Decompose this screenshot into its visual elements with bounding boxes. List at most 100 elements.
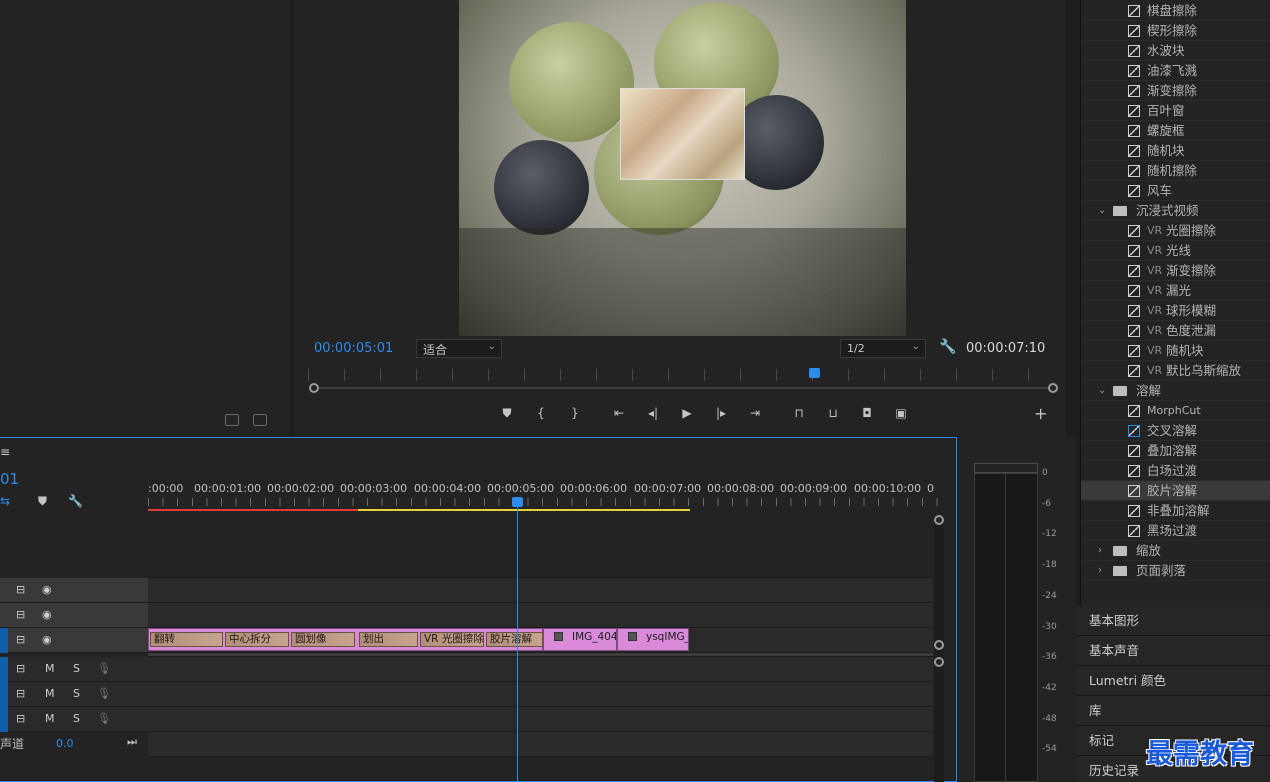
effect-item[interactable]: VR 球形模糊 — [1081, 301, 1270, 321]
export-frame-icon[interactable] — [253, 414, 267, 426]
timeline-timecode[interactable]: 01 — [0, 470, 19, 488]
panel-essential-graphics[interactable]: 基本图形 — [1076, 606, 1270, 636]
step-forward-icon[interactable]: |▸ — [704, 404, 738, 422]
toggle-sync-lock-icon[interactable]: ⊟ — [16, 583, 25, 596]
mark-out-icon[interactable]: } — [558, 404, 592, 422]
transition-block[interactable]: 翻转 — [150, 632, 223, 647]
track-target-indicator[interactable] — [0, 657, 8, 682]
solo-button[interactable]: S — [73, 687, 80, 700]
effect-item[interactable]: MorphCut — [1081, 401, 1270, 421]
effect-item[interactable]: 白场过渡 — [1081, 461, 1270, 481]
microphone-icon[interactable]: 🎙 — [97, 712, 111, 725]
video-clip[interactable]: IMG_4042 — [543, 628, 617, 651]
track-target-indicator[interactable] — [0, 682, 8, 707]
effects-folder[interactable]: ⌄ 沉浸式视频 — [1081, 201, 1270, 221]
toggle-sync-lock-icon[interactable]: ⊟ — [16, 712, 25, 725]
transition-block[interactable]: 划出 — [359, 632, 418, 647]
effect-item[interactable]: 楔形擦除 — [1081, 21, 1270, 41]
mute-button[interactable]: M — [45, 662, 55, 675]
effect-item[interactable]: 叠加溶解 — [1081, 441, 1270, 461]
microphone-icon[interactable]: 🎙 — [97, 687, 111, 700]
effect-item[interactable]: 风车 — [1081, 181, 1270, 201]
comparison-view-icon[interactable]: ▣ — [884, 404, 918, 422]
effect-item[interactable]: 胶片溶解 — [1081, 481, 1270, 501]
effect-item[interactable]: 棋盘擦除 — [1081, 1, 1270, 21]
effect-item[interactable]: VR 渐变擦除 — [1081, 261, 1270, 281]
effect-item[interactable]: 水波块 — [1081, 41, 1270, 61]
track-target-indicator[interactable] — [0, 628, 8, 653]
effect-item[interactable]: 随机擦除 — [1081, 161, 1270, 181]
mute-button[interactable]: M — [45, 687, 55, 700]
panel-lumetri-color[interactable]: Lumetri 颜色 — [1076, 666, 1270, 696]
eye-icon[interactable]: ◉ — [42, 633, 52, 646]
track-header-a2[interactable]: ⊟ M S 🎙 — [0, 682, 148, 707]
microphone-icon[interactable]: 🎙 — [97, 662, 111, 675]
eye-icon[interactable]: ◉ — [42, 608, 52, 621]
go-to-end-icon[interactable]: ⏭ — [127, 735, 137, 749]
track-lane-a3[interactable] — [148, 707, 933, 732]
chevron-right-icon[interactable]: › — [1098, 561, 1102, 581]
video-clip[interactable]: ysqIMG_ — [617, 628, 689, 651]
picture-in-picture-overlay[interactable] — [620, 88, 745, 180]
track-header-v2[interactable]: ⊟ ◉ — [0, 603, 148, 628]
track-target-indicator[interactable] — [0, 707, 8, 732]
eye-icon[interactable]: ◉ — [42, 583, 52, 596]
monitor-time-ruler[interactable] — [308, 369, 1053, 381]
track-header-a3[interactable]: ⊟ M S 🎙 — [0, 707, 148, 732]
panel-libraries[interactable]: 库 — [1076, 696, 1270, 726]
effect-item[interactable]: 随机块 — [1081, 141, 1270, 161]
track-header-v3[interactable]: ⊟ ◉ — [0, 578, 148, 603]
track-lane-master[interactable] — [148, 732, 933, 757]
solo-button[interactable]: S — [73, 662, 80, 675]
effect-item[interactable]: VR 光圈擦除 — [1081, 221, 1270, 241]
master-volume-value[interactable]: 0.0 — [56, 737, 74, 750]
add-marker-icon[interactable]: ⛊ — [490, 404, 524, 422]
timeline-settings-icon[interactable]: 🔧 — [68, 494, 83, 508]
effect-item[interactable]: 交叉溶解 — [1081, 421, 1270, 441]
track-lane-empty[interactable] — [148, 516, 933, 578]
chevron-right-icon[interactable]: › — [1098, 541, 1102, 561]
extract-icon[interactable]: ⊔ — [816, 404, 850, 422]
mark-in-icon[interactable]: { — [524, 404, 558, 422]
panel-menu-icon[interactable]: ≡ — [0, 445, 10, 459]
mute-button[interactable]: M — [45, 712, 55, 725]
toggle-sync-lock-icon[interactable]: ⊟ — [16, 687, 25, 700]
track-lane-v1[interactable]: 翻转中心拆分圆划像划出VR 光圈擦除胶片溶解 IMG_4042 ysqIMG_ — [148, 628, 933, 653]
effect-item[interactable]: 黑场过渡 — [1081, 521, 1270, 541]
effect-item[interactable]: VR 光线 — [1081, 241, 1270, 261]
lift-icon[interactable]: ⊓ — [782, 404, 816, 422]
transition-block[interactable]: 圆划像 — [291, 632, 355, 647]
timeline-playhead[interactable] — [512, 497, 523, 507]
effect-item[interactable]: 百叶窗 — [1081, 101, 1270, 121]
transition-block[interactable]: 胶片溶解 — [486, 632, 543, 647]
transition-block[interactable]: 中心拆分 — [225, 632, 289, 647]
effect-item[interactable]: VR 默比乌斯缩放 — [1081, 361, 1270, 381]
chevron-down-icon[interactable]: ⌄ — [1098, 381, 1106, 401]
current-timecode[interactable]: 00:00:05:01 — [314, 341, 393, 356]
step-back-icon[interactable]: ◂| — [636, 404, 670, 422]
add-button-icon[interactable]: + — [1034, 404, 1047, 423]
camera-icon[interactable]: ◘ — [850, 404, 884, 422]
effect-item[interactable]: 渐变擦除 — [1081, 81, 1270, 101]
settings-wrench-icon[interactable]: 🔧 — [939, 339, 956, 355]
go-to-in-icon[interactable]: ⇤ — [602, 404, 636, 422]
transition-block[interactable]: VR 光圈擦除 — [420, 632, 484, 647]
track-lane-a2[interactable] — [148, 682, 933, 707]
panel-essential-sound[interactable]: 基本声音 — [1076, 636, 1270, 666]
effect-item[interactable]: VR 随机块 — [1081, 341, 1270, 361]
monitor-scrub-bar[interactable] — [314, 387, 1054, 389]
timeline-ruler[interactable]: :00:00 00:00:01:00 00:00:02:00 00:00:03:00 0… — [148, 478, 938, 508]
track-lane-a1[interactable] — [148, 657, 933, 682]
effect-item[interactable]: 非叠加溶解 — [1081, 501, 1270, 521]
scroll-handle-top[interactable] — [934, 515, 944, 525]
effects-folder[interactable]: › 页面剥落 — [1081, 561, 1270, 581]
track-lane-v2[interactable] — [148, 603, 933, 628]
toggle-sync-lock-icon[interactable]: ⊟ — [16, 608, 25, 621]
track-header-v1[interactable]: ⊟ ◉ — [0, 628, 148, 653]
track-header-a1[interactable]: ⊟ M S 🎙 — [0, 657, 148, 682]
toggle-sync-lock-icon[interactable]: ⊟ — [16, 633, 25, 646]
effect-item[interactable]: VR 色度泄漏 — [1081, 321, 1270, 341]
effect-item[interactable]: 螺旋框 — [1081, 121, 1270, 141]
scrub-out-handle[interactable] — [1048, 383, 1058, 393]
solo-button[interactable]: S — [73, 712, 80, 725]
